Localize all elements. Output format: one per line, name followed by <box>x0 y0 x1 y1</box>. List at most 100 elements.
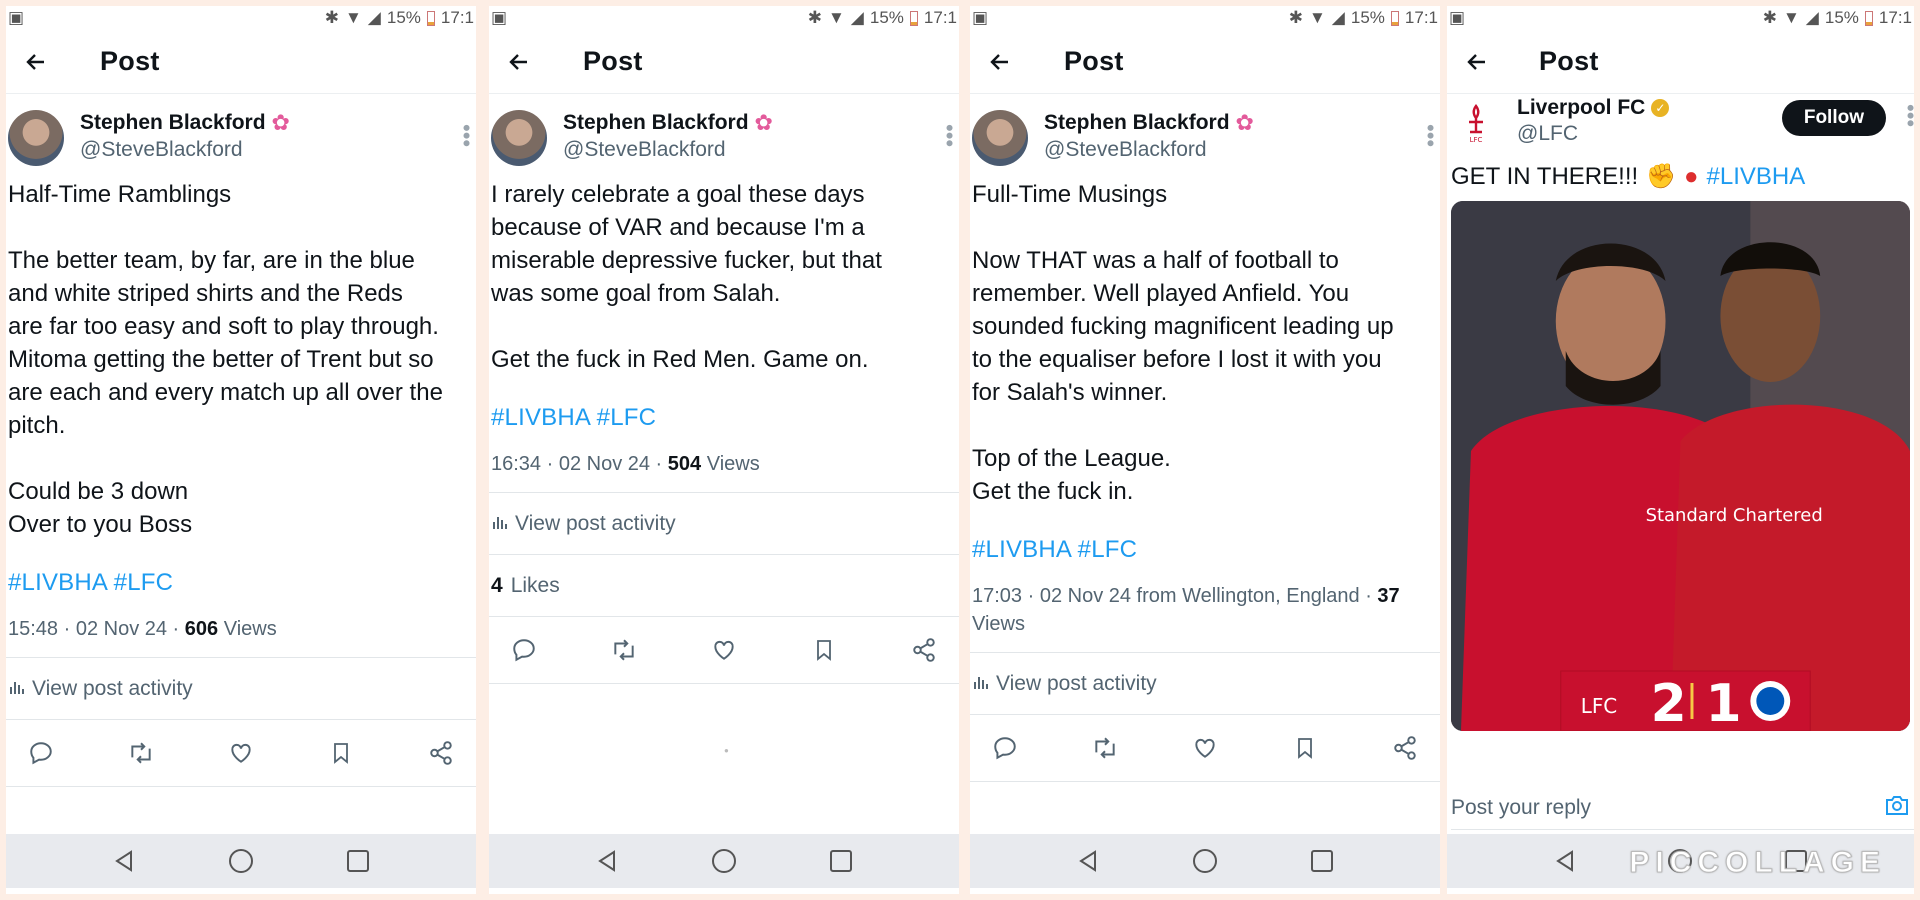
post-hashtags[interactable]: #LIVBHA #LFC <box>6 569 476 597</box>
gallery-icon: ▣ <box>8 8 25 27</box>
bluetooth-icon: ✱ <box>324 8 339 27</box>
back-arrow-icon[interactable] <box>497 40 541 84</box>
avatar[interactable] <box>972 110 1028 166</box>
status-bar: ▣ ✱ ▼ ◢ 15% 17:1 <box>6 6 476 30</box>
page-title: Post <box>1064 46 1124 76</box>
author-name[interactable]: Stephen Blackford <box>563 111 749 135</box>
action-bar <box>970 714 1440 782</box>
bookmark-icon[interactable] <box>324 736 358 770</box>
bluetooth-icon: ✱ <box>1762 8 1777 27</box>
bookmark-icon[interactable] <box>807 633 841 667</box>
lfc-crest-icon[interactable]: LFC <box>1453 100 1499 146</box>
back-arrow-icon[interactable] <box>978 40 1022 84</box>
view-post-activity[interactable]: View post activity <box>489 492 959 554</box>
page-title: Post <box>583 46 643 76</box>
author-handle[interactable]: @SteveBlackford <box>80 138 290 162</box>
view-post-activity[interactable]: View post activity <box>970 652 1440 714</box>
back-arrow-icon[interactable] <box>14 40 58 84</box>
like-icon[interactable] <box>707 633 741 667</box>
overflow-menu-icon[interactable]: ••• <box>454 124 476 147</box>
post-text: Half-Time Ramblings The better team, by … <box>8 181 443 538</box>
score-home: 2 <box>1651 674 1687 731</box>
author-name[interactable]: Stephen Blackford <box>80 111 266 135</box>
battery-percent: 15% <box>386 8 421 27</box>
overflow-menu-icon[interactable]: ••• <box>1418 124 1440 147</box>
author-handle[interactable]: @SteveBlackford <box>563 138 773 162</box>
avatar[interactable] <box>491 110 547 166</box>
nav-home-icon[interactable] <box>1191 847 1219 875</box>
gallery-icon: ▣ <box>491 8 508 27</box>
nav-recents-icon[interactable] <box>827 847 855 875</box>
nav-back-icon[interactable] <box>593 847 621 875</box>
android-nav-bar <box>6 834 476 888</box>
overflow-menu-icon[interactable]: ••• <box>937 124 959 147</box>
lfc-author-row: LFC Liverpool FC ✓ @LFC Follow ••• <box>1447 94 1914 154</box>
header: Post <box>6 30 476 94</box>
red-circle-emoji-icon: ● <box>1684 162 1699 190</box>
back-arrow-icon[interactable] <box>1455 40 1499 84</box>
bookmark-icon[interactable] <box>1288 731 1322 765</box>
battery-percent: 15% <box>1350 8 1385 27</box>
post-hashtags[interactable]: #LIVBHA #LFC <box>970 536 1440 564</box>
lfc-name[interactable]: Liverpool FC <box>1517 96 1645 120</box>
likes-count: 4 <box>491 573 503 597</box>
post-photo[interactable]: LFC 2 1 Standard Chartered <box>1451 201 1910 731</box>
likes-row[interactable]: 4 Likes <box>489 554 959 616</box>
sponsor-text: Standard Chartered <box>1646 505 1823 526</box>
view-post-activity[interactable]: View post activity <box>6 657 476 719</box>
reply-icon[interactable] <box>24 736 58 770</box>
flower-emoji-icon: ✿ <box>754 110 773 135</box>
svg-text:LFC: LFC <box>1470 136 1483 144</box>
signal-icon: ◢ <box>1805 8 1819 27</box>
reply-input[interactable]: Post your reply <box>1451 786 1914 830</box>
like-icon[interactable] <box>1188 731 1222 765</box>
camera-icon[interactable] <box>1884 793 1910 823</box>
nav-back-icon[interactable] <box>110 847 138 875</box>
author-name[interactable]: Stephen Blackford <box>1044 111 1230 135</box>
flower-emoji-icon: ✿ <box>271 110 290 135</box>
nav-home-icon[interactable] <box>227 847 255 875</box>
screen-goal-post: ▣ ✱ ▼ ◢ 15% 17:1 Post Stephen Blackford ✿… <box>489 6 959 894</box>
header: Post <box>1447 30 1914 94</box>
repost-icon[interactable] <box>124 736 158 770</box>
wifi-icon: ▼ <box>1782 8 1800 27</box>
gallery-icon: ▣ <box>1449 8 1466 27</box>
post-meta: 17:03 · 02 Nov 24 from Wellington, Engla… <box>970 582 1440 638</box>
nav-recents-icon[interactable] <box>1308 847 1336 875</box>
nav-home-icon[interactable] <box>710 847 738 875</box>
piccollage-watermark: PICCOLLAGE <box>1629 846 1886 880</box>
analytics-icon <box>8 677 24 701</box>
share-icon[interactable] <box>424 736 458 770</box>
nav-recents-icon[interactable] <box>344 847 372 875</box>
header: Post <box>970 30 1440 94</box>
lfc-post-text: GET IN THERE!!! ✊ ● #LIVBHA <box>1447 162 1914 191</box>
post-hashtags[interactable]: #LIVBHA #LFC <box>489 404 959 432</box>
gallery-icon: ▣ <box>972 8 989 27</box>
nav-back-icon[interactable] <box>1551 847 1579 875</box>
views-count: 37 <box>1377 585 1400 607</box>
share-icon[interactable] <box>1388 731 1422 765</box>
share-icon[interactable] <box>907 633 941 667</box>
reply-icon[interactable] <box>988 731 1022 765</box>
author-handle[interactable]: @SteveBlackford <box>1044 138 1254 162</box>
bluetooth-icon: ✱ <box>807 8 822 27</box>
overflow-menu-icon[interactable]: ••• <box>1898 104 1914 127</box>
lfc-hashtag[interactable]: #LIVBHA <box>1707 163 1806 191</box>
repost-icon[interactable] <box>607 633 641 667</box>
post-meta: 15:48 · 02 Nov 24 · 606 Views <box>6 615 476 643</box>
screen-full-time-post: ▣ ✱ ▼ ◢ 15% 17:1 Post Stephen Blackford ✿… <box>970 6 1440 894</box>
like-icon[interactable] <box>224 736 258 770</box>
post-text: I rarely celebrate a goal these days bec… <box>491 181 882 373</box>
page-title: Post <box>100 46 160 76</box>
repost-icon[interactable] <box>1088 731 1122 765</box>
signal-icon: ◢ <box>367 8 381 27</box>
follow-button[interactable]: Follow <box>1781 100 1886 136</box>
author-row: Stephen Blackford ✿ @SteveBlackford ••• <box>970 94 1440 174</box>
reply-icon[interactable] <box>507 633 541 667</box>
avatar[interactable] <box>8 110 64 166</box>
action-bar <box>489 616 959 684</box>
post-meta: 16:34 · 02 Nov 24 · 504 Views <box>489 450 959 478</box>
lfc-handle[interactable]: @LFC <box>1517 122 1669 146</box>
nav-back-icon[interactable] <box>1074 847 1102 875</box>
flower-emoji-icon: ✿ <box>1235 110 1254 135</box>
